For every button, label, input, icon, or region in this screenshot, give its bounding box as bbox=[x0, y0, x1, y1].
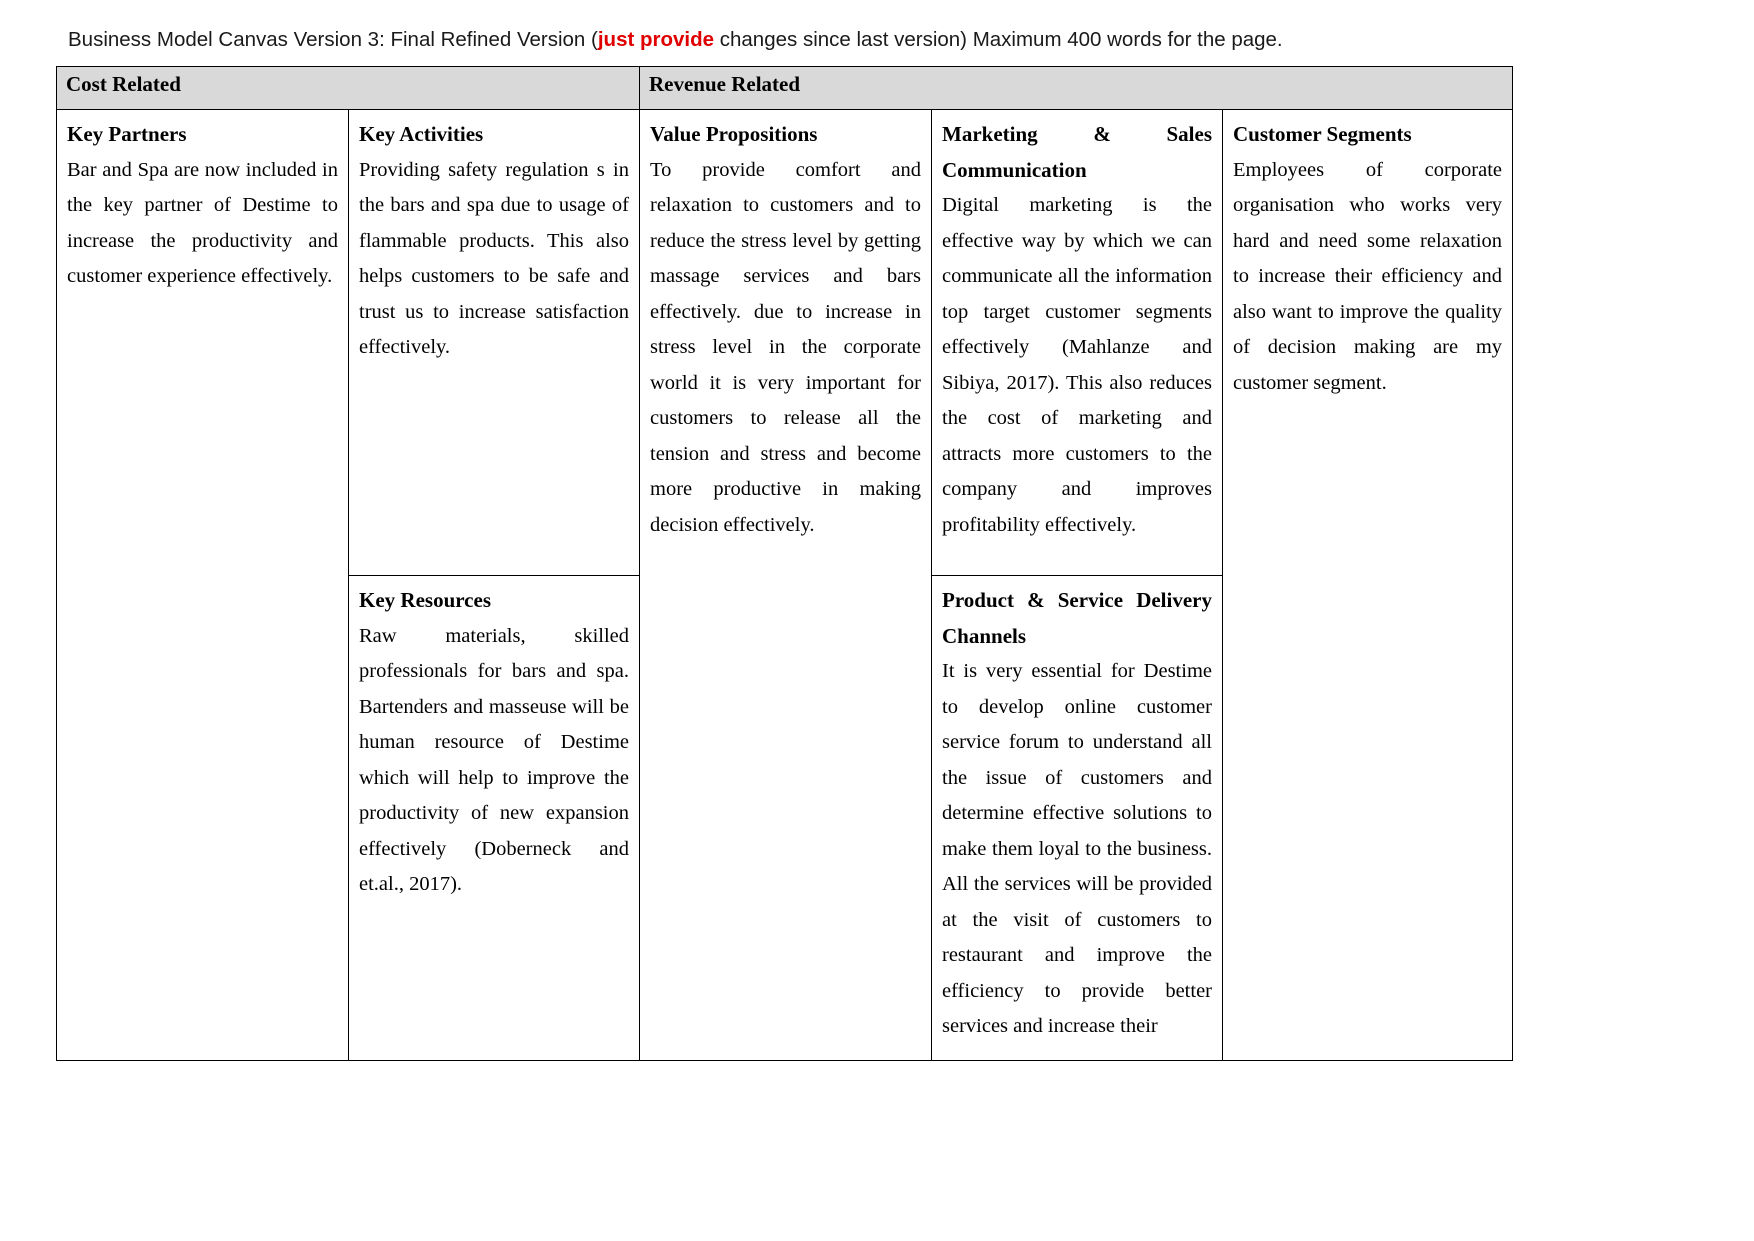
block-key-resources: Key Resources Raw materials, skilled pro… bbox=[350, 576, 639, 1060]
cell-key-partners: Key Partners Bar and Spa are now include… bbox=[56, 109, 349, 1061]
cell-key-activities-resources: Key Activities Providing safety regulati… bbox=[348, 109, 640, 1061]
block-body-key-resources: Raw materials, skilled professionals for… bbox=[359, 624, 629, 896]
block-body-product-service: It is very essential for Destime to deve… bbox=[942, 660, 1212, 1037]
page-title: Business Model Canvas Version 3: Final R… bbox=[68, 27, 1568, 53]
block-inner-key-activities: Key Activities Providing safety regulati… bbox=[350, 111, 639, 374]
cell-marketing-product: Marketing & Sales Communication Digital … bbox=[931, 109, 1223, 1061]
header-label-cost-related: Cost Related bbox=[66, 72, 181, 96]
block-title-key-resources: Key Resources bbox=[359, 588, 491, 612]
table-body-row: Key Partners Bar and Spa are now include… bbox=[56, 109, 1514, 1061]
page-title-highlight: just provide bbox=[597, 28, 715, 51]
table-header-row: Cost Related Revenue Related bbox=[56, 66, 1514, 110]
header-label-revenue-related: Revenue Related bbox=[649, 72, 801, 96]
block-inner-marketing-sales: Marketing & Sales Communication Digital … bbox=[933, 111, 1222, 552]
document-page: Business Model Canvas Version 3: Final R… bbox=[0, 0, 1754, 1241]
block-key-activities: Key Activities Providing safety regulati… bbox=[349, 111, 639, 576]
block-title-marketing-sales: Marketing & Sales Communication bbox=[942, 122, 1212, 182]
block-body-customer-segments: Employees of corporate organisation who … bbox=[1233, 158, 1503, 394]
cell-customer-segments: Customer Segments Employees of corporate… bbox=[1221, 109, 1514, 1061]
page-title-before: Business Model Canvas Version 3: Final R… bbox=[68, 28, 598, 51]
block-body-marketing-sales: Digital marketing is the effective way b… bbox=[942, 194, 1212, 536]
block-value-propositions: Value Propositions To provide comfort an… bbox=[641, 111, 931, 552]
block-title-product-service: Product & Service Delivery Channels bbox=[942, 588, 1212, 648]
block-body-key-partners: Bar and Spa are now included in the key … bbox=[67, 158, 338, 288]
block-inner-key-resources: Key Resources Raw materials, skilled pro… bbox=[350, 576, 639, 911]
block-title-key-partners: Key Partners bbox=[67, 122, 187, 146]
header-cell-cost-related: Cost Related bbox=[56, 66, 640, 110]
block-marketing-sales: Marketing & Sales Communication Digital … bbox=[932, 111, 1222, 576]
block-customer-segments: Customer Segments Employees of corporate… bbox=[1224, 111, 1512, 410]
block-title-value-propositions: Value Propositions bbox=[650, 122, 818, 146]
block-title-key-activities: Key Activities bbox=[359, 122, 484, 146]
block-product-service: Product & Service Delivery Channels It i… bbox=[933, 576, 1222, 1060]
cell-value-propositions: Value Propositions To provide comfort an… bbox=[639, 109, 932, 1061]
block-key-partners: Key Partners Bar and Spa are now include… bbox=[58, 111, 348, 303]
block-inner-product-service: Product & Service Delivery Channels It i… bbox=[933, 576, 1222, 1053]
header-cell-revenue-related: Revenue Related bbox=[638, 66, 1514, 110]
block-body-value-propositions: To provide comfort and relaxation to cus… bbox=[650, 158, 921, 536]
block-body-key-activities: Providing safety regulation s in the bar… bbox=[359, 158, 629, 359]
block-title-customer-segments: Customer Segments bbox=[1233, 122, 1412, 146]
business-model-canvas-table: Cost Related Revenue Related Key Partner… bbox=[56, 66, 1514, 1061]
page-title-after: changes since last version) Maximum 400 … bbox=[714, 28, 1283, 51]
